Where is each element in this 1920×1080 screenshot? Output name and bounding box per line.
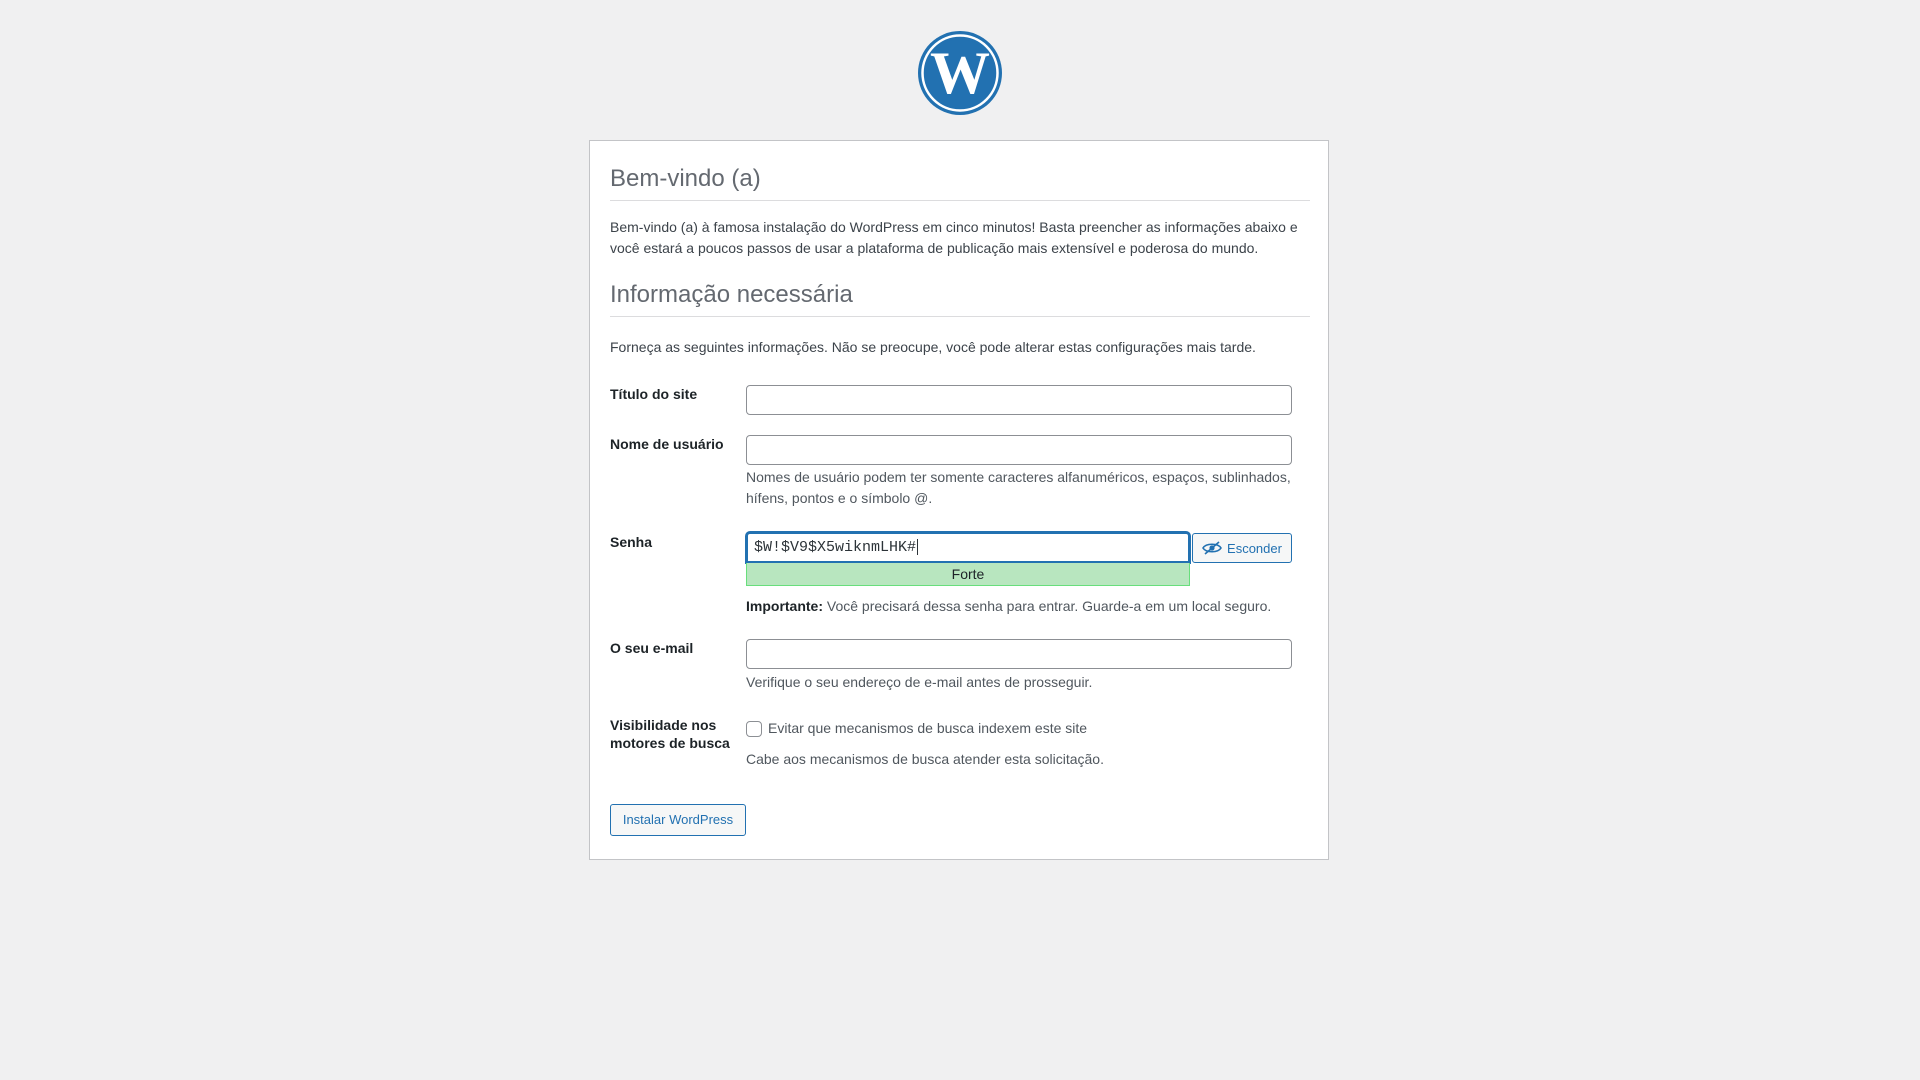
username-input[interactable] — [746, 435, 1292, 465]
important-label: Importante: — [746, 598, 823, 614]
hide-password-label: Esconder — [1227, 540, 1282, 556]
text-caret — [917, 539, 919, 556]
install-form-card: Bem-vindo (a) Bem-vindo (a) à famosa ins… — [589, 140, 1329, 860]
site-title-input[interactable] — [746, 385, 1292, 415]
username-label: Nome de usuário — [610, 436, 724, 452]
password-value: $W!$V9$X5wiknmLHK# — [754, 539, 917, 556]
wordpress-logo-icon: W — [918, 31, 1002, 115]
password-important-note: Importante: Você precisará dessa senha p… — [746, 596, 1316, 617]
password-input[interactable]: $W!$V9$X5wiknmLHK# — [746, 532, 1190, 563]
username-description: Nomes de usuário podem ter somente carac… — [746, 469, 1291, 506]
site-title-label: Título do site — [610, 386, 698, 402]
important-text: Você precisará dessa senha para entrar. … — [823, 598, 1272, 614]
search-engine-checkbox[interactable] — [746, 721, 762, 737]
svg-text:W: W — [930, 40, 990, 106]
divider — [610, 200, 1310, 201]
info-text: Forneça as seguintes informações. Não se… — [610, 339, 1256, 355]
email-description: Verifique o seu endereço de e-mail antes… — [746, 674, 1093, 690]
wordpress-logo[interactable]: W — [917, 30, 1003, 116]
email-label: O seu e-mail — [610, 640, 694, 656]
visibility-description: Cabe aos mecanismos de busca atender est… — [746, 751, 1104, 767]
install-wordpress-button[interactable]: Instalar WordPress — [610, 804, 746, 836]
password-label: Senha — [610, 534, 653, 550]
visibility-label: Visibilidade nos motores de busca — [610, 717, 730, 751]
info-title: Informação necessária — [610, 281, 853, 308]
divider — [610, 316, 1310, 317]
hide-password-button[interactable]: Esconder — [1192, 533, 1292, 563]
search-engine-checkbox-label[interactable]: Evitar que mecanismos de busca indexem e… — [768, 718, 1338, 739]
email-input[interactable] — [746, 639, 1292, 669]
welcome-title: Bem-vindo (a) — [610, 165, 761, 192]
eye-slash-icon — [1202, 541, 1222, 555]
welcome-text: Bem-vindo (a) à famosa instalação do Wor… — [610, 219, 1298, 256]
password-strength-meter: Forte — [746, 563, 1190, 586]
